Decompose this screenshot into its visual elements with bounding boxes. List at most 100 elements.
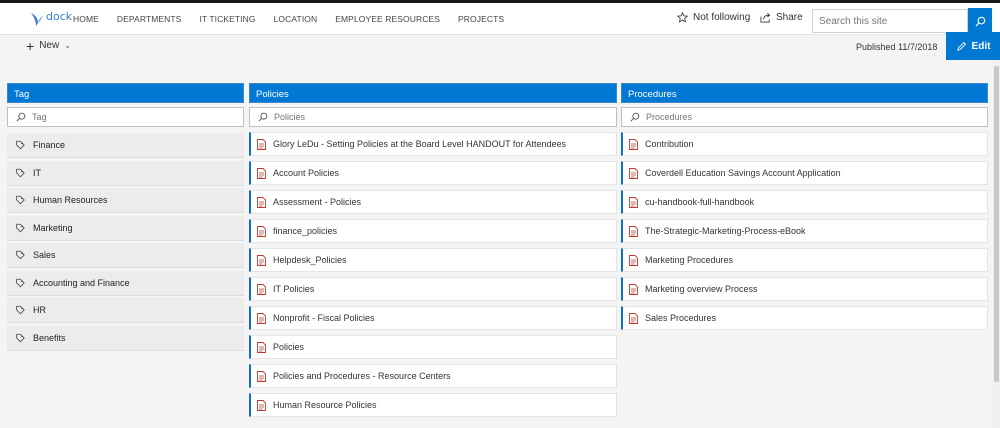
tag-filter-input[interactable] <box>32 112 214 122</box>
nav-projects[interactable]: PROJECTS <box>458 14 504 24</box>
share-button[interactable]: Share <box>760 12 803 23</box>
tag-label: Finance <box>33 140 66 150</box>
site-header: dock HOME DEPARTMENTS IT TICKETING LOCAT… <box>0 3 1000 35</box>
bird-logo-icon <box>31 13 43 26</box>
document-icon <box>257 341 266 353</box>
document-item[interactable]: IT Policies <box>249 277 617 301</box>
document-label: Marketing Procedures <box>645 255 734 265</box>
tag-icon <box>16 250 25 260</box>
document-icon <box>257 312 266 324</box>
tag-item[interactable]: IT <box>7 160 244 186</box>
search-icon <box>974 16 985 27</box>
document-item[interactable]: Account Policies <box>249 161 617 185</box>
document-item[interactable]: Marketing Procedures <box>621 248 988 272</box>
procedures-filter-input[interactable] <box>646 112 932 122</box>
document-label: Policies and Procedures - Resource Cente… <box>273 371 451 381</box>
document-label: Helpdesk_Policies <box>273 255 347 265</box>
document-item[interactable]: Nonprofit - Fiscal Policies <box>249 306 617 330</box>
document-item[interactable]: Assessment - Policies <box>249 190 617 214</box>
new-label: New <box>39 40 60 51</box>
document-item[interactable]: The-Strategic-Marketing-Process-eBook <box>621 219 988 243</box>
tag-filter[interactable] <box>7 107 244 127</box>
document-label: Glory LeDu - Setting Policies at the Boa… <box>273 139 566 149</box>
procedures-list: Contribution Coverdell Education Savings … <box>621 132 988 330</box>
document-icon <box>257 399 266 411</box>
tag-item[interactable]: Finance <box>7 133 244 158</box>
tag-column: Tag Finance IT Human Resources Marketing Sal… <box>7 83 244 351</box>
document-item[interactable]: Contribution <box>621 132 988 156</box>
plus-icon: + <box>26 37 35 54</box>
pencil-icon <box>956 41 966 51</box>
document-item[interactable]: Human Resource Policies <box>249 393 617 417</box>
policies-list: Glory LeDu - Setting Policies at the Boa… <box>249 132 617 417</box>
document-label: Marketing overview Process <box>645 284 758 294</box>
nav-employee-resources[interactable]: EMPLOYEE RESOURCES <box>335 14 440 24</box>
new-button[interactable]: + New ⌄ <box>26 37 71 54</box>
tag-label: Marketing <box>33 222 73 233</box>
document-item[interactable]: Sales Procedures <box>621 306 988 330</box>
tag-icon <box>16 278 25 287</box>
procedures-column-header: Procedures <box>621 83 988 103</box>
star-icon <box>677 12 688 23</box>
policies-filter[interactable] <box>249 107 617 127</box>
tag-item[interactable]: Benefits <box>7 325 244 351</box>
tag-label: Benefits <box>33 332 66 343</box>
tag-item[interactable]: HR <box>7 298 244 323</box>
document-label: Human Resource Policies <box>273 400 377 410</box>
edit-button[interactable]: Edit <box>946 32 1000 60</box>
document-item[interactable]: Policies and Procedures - Resource Cente… <box>249 364 617 388</box>
policies-column: Policies Glory LeDu - Setting Policies a… <box>249 83 617 417</box>
scrollbar-thumb[interactable] <box>994 66 999 382</box>
document-label: IT Policies <box>273 284 315 294</box>
document-item[interactable]: Marketing overview Process <box>621 277 988 301</box>
document-label: finance_policies <box>273 226 338 236</box>
document-item[interactable]: finance_policies <box>249 219 617 243</box>
nav-home[interactable]: HOME <box>73 14 99 24</box>
document-icon <box>629 312 638 324</box>
tag-label: Sales <box>33 250 56 260</box>
follow-button[interactable]: Not following <box>677 12 750 23</box>
document-label: The-Strategic-Marketing-Process-eBook <box>645 226 806 236</box>
document-label: Sales Procedures <box>645 313 717 323</box>
document-label: Account Policies <box>273 168 340 178</box>
nav-departments[interactable]: DEPARTMENTS <box>117 14 182 24</box>
document-label: cu-handbook-full-handbook <box>645 197 755 207</box>
document-icon <box>629 167 638 179</box>
tag-column-header: Tag <box>7 83 244 103</box>
tag-icon <box>16 140 25 150</box>
tag-item[interactable]: Human Resources <box>7 188 244 213</box>
procedures-column: Procedures Contribution Coverdell Educati… <box>621 83 988 330</box>
tag-item[interactable]: Marketing <box>7 215 244 241</box>
search-icon <box>16 112 26 122</box>
document-item[interactable]: Helpdesk_Policies <box>249 248 617 272</box>
logo-text: dock <box>46 10 73 23</box>
tag-icon <box>16 333 25 342</box>
document-item[interactable]: Coverdell Education Savings Account Appl… <box>621 161 988 185</box>
document-icon <box>257 167 266 179</box>
tag-label: Accounting and Finance <box>33 277 130 288</box>
site-search-input[interactable] <box>812 9 968 33</box>
search-button[interactable] <box>968 8 992 34</box>
policies-filter-input[interactable] <box>274 112 561 122</box>
nav-it-ticketing[interactable]: IT TICKETING <box>199 14 255 24</box>
policies-column-header: Policies <box>249 83 617 103</box>
top-nav: HOME DEPARTMENTS IT TICKETING LOCATION E… <box>73 3 522 35</box>
tag-item[interactable]: Sales <box>7 243 244 268</box>
document-icon <box>629 254 638 266</box>
document-icon <box>257 370 266 382</box>
site-logo[interactable]: dock <box>30 9 74 31</box>
page-scrollbar[interactable] <box>993 62 1000 428</box>
nav-location[interactable]: LOCATION <box>274 14 318 24</box>
share-icon <box>760 13 771 23</box>
document-item[interactable]: Glory LeDu - Setting Policies at the Boa… <box>249 132 617 156</box>
share-label: Share <box>776 12 803 23</box>
tag-item[interactable]: Accounting and Finance <box>7 270 244 296</box>
tag-label: HR <box>33 305 46 315</box>
tag-icon <box>16 223 25 232</box>
document-item[interactable]: Policies <box>249 335 617 359</box>
document-item[interactable]: cu-handbook-full-handbook <box>621 190 988 214</box>
chevron-down-icon: ⌄ <box>64 41 71 50</box>
search-icon <box>630 112 640 122</box>
procedures-filter[interactable] <box>621 107 988 127</box>
document-label: Policies <box>273 342 305 352</box>
